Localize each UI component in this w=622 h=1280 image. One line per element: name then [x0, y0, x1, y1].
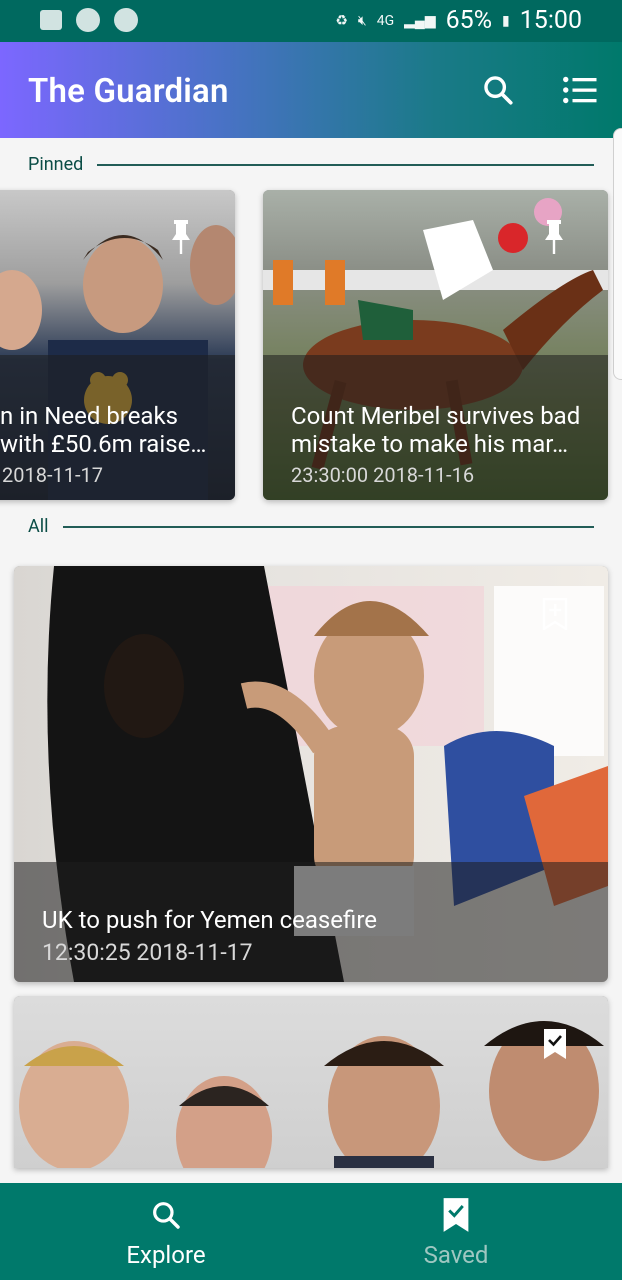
nav-explore[interactable]: Explore: [66, 1183, 266, 1280]
section-all: All: [28, 516, 594, 537]
nav-saved-label: Saved: [423, 1241, 489, 1269]
music-icon: [76, 8, 100, 32]
section-divider: [62, 525, 594, 528]
gallery-icon: [40, 10, 62, 30]
pinned-card-1[interactable]: n in Need breaks with £50.6m raise… 2018…: [0, 190, 235, 500]
article-image: [14, 996, 608, 1168]
bookmark-check-icon: [544, 1029, 566, 1059]
menu-button[interactable]: [554, 64, 606, 116]
bookmark-button[interactable]: [542, 1028, 572, 1064]
telegram-icon: [114, 8, 138, 32]
bottom-navigation: Explore Saved: [0, 1183, 622, 1280]
pin-button[interactable]: [169, 220, 199, 256]
section-divider: [97, 163, 594, 166]
bookmark-add-icon: [542, 597, 568, 632]
pin-icon: [172, 220, 190, 254]
search-icon: [153, 1202, 180, 1229]
nav-explore-label: Explore: [126, 1241, 206, 1269]
section-pinned-label: Pinned: [28, 154, 84, 175]
section-pinned: Pinned: [28, 154, 594, 175]
app-bar: The Guardian: [0, 42, 622, 138]
bookmark-button[interactable]: [542, 597, 572, 634]
article-title: UK to push for Yemen ceasefire: [42, 906, 377, 934]
scroll-edge: [613, 128, 622, 380]
network-type: 4G: [376, 12, 395, 29]
bookmark-check-icon: [443, 1198, 469, 1232]
article-time: 2018-11-17: [2, 463, 103, 487]
battery-percent: 65%: [445, 6, 493, 35]
article-card-2[interactable]: [14, 996, 608, 1168]
signal-icon: ▂▄▆: [404, 13, 436, 29]
pinned-card-2[interactable]: Count Meribel survives bad mistake to ma…: [263, 190, 608, 500]
article-title: n in Need breaks with £50.6m raise…: [0, 402, 207, 458]
search-icon: [484, 76, 513, 105]
battery-icon: ▮: [502, 12, 510, 29]
nav-saved[interactable]: Saved: [356, 1183, 556, 1280]
recycle-icon: ♻: [335, 12, 348, 29]
pin-icon: [545, 220, 563, 254]
mute-icon: 🔇︎: [357, 12, 367, 29]
status-bar: ♻ 🔇︎ 4G ▂▄▆ 65% ▮ 15:00: [0, 0, 622, 42]
clock: 15:00: [519, 6, 582, 35]
article-time: 12:30:25 2018-11-17: [42, 939, 253, 966]
search-button[interactable]: [472, 64, 524, 116]
list-menu-icon: [563, 76, 597, 104]
article-title: Count Meribel survives bad mistake to ma…: [291, 402, 581, 458]
section-all-label: All: [28, 516, 49, 537]
pin-button[interactable]: [542, 220, 572, 256]
app-title: The Guardian: [28, 72, 229, 111]
article-card-1[interactable]: UK to push for Yemen ceasefire 12:30:25 …: [14, 566, 608, 982]
article-time: 23:30:00 2018-11-16: [291, 463, 475, 487]
status-notification-icons: [40, 8, 138, 32]
group-portrait-illustration: [19, 1021, 604, 1168]
status-system-icons: ♻ 🔇︎ 4G ▂▄▆ 65% ▮ 15:00: [335, 6, 582, 35]
